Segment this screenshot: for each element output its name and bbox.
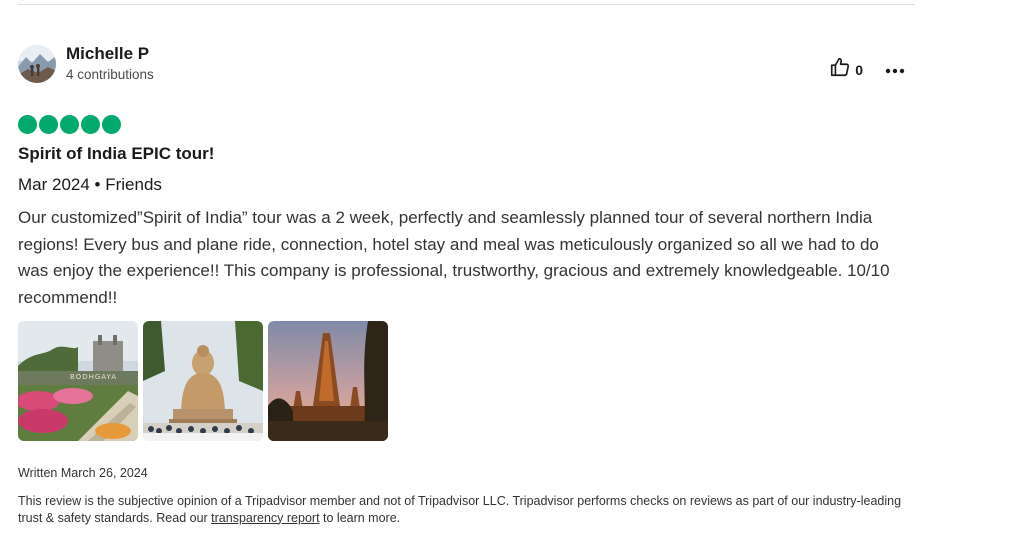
rating-bubble-icon [60, 115, 79, 134]
contributions-count: 4 contributions [66, 67, 154, 82]
transparency-report-link[interactable]: transparency report [211, 511, 319, 525]
review-photos: BODHGAYA [18, 321, 915, 441]
review-photo-buddha[interactable] [143, 321, 263, 441]
header-actions: 0 [829, 56, 905, 83]
helpful-count: 0 [855, 61, 863, 78]
svg-text:BODHGAYA: BODHGAYA [70, 373, 117, 381]
helpful-vote-button[interactable]: 0 [829, 56, 885, 83]
avatar[interactable] [18, 45, 56, 83]
rating-bubble-icon [81, 115, 100, 134]
rating-bubbles [18, 115, 915, 134]
review-header: Michelle P 4 contributions 0 [18, 44, 915, 84]
disclaimer-text: This review is the subjective opinion of… [18, 494, 902, 525]
rating-bubble-icon [18, 115, 37, 134]
more-options-button[interactable] [885, 61, 905, 79]
review-body: Our customized”Spirit of India” tour was… [18, 208, 890, 307]
rating-bubble-icon [39, 115, 58, 134]
user-info: Michelle P 4 contributions [66, 44, 154, 84]
top-divider [18, 4, 915, 5]
written-date: Written March 26, 2024 [18, 466, 148, 480]
rating-bubble-icon [102, 115, 121, 134]
review-photo-temple[interactable] [268, 321, 388, 441]
review-card: Michelle P 4 contributions 0 Spirit of I… [18, 44, 915, 526]
thumbs-up-icon [829, 56, 851, 83]
user-name[interactable]: Michelle P [66, 44, 154, 64]
review-photo-garden[interactable]: BODHGAYA [18, 321, 138, 441]
trip-meta: Mar 2024 • Friends [18, 175, 162, 194]
disclaimer-text-end: to learn more. [319, 510, 401, 525]
review-title[interactable]: Spirit of India EPIC tour! [18, 144, 915, 164]
more-options-icon [885, 61, 905, 79]
review-disclaimer: This review is the subjective opinion of… [18, 493, 915, 526]
